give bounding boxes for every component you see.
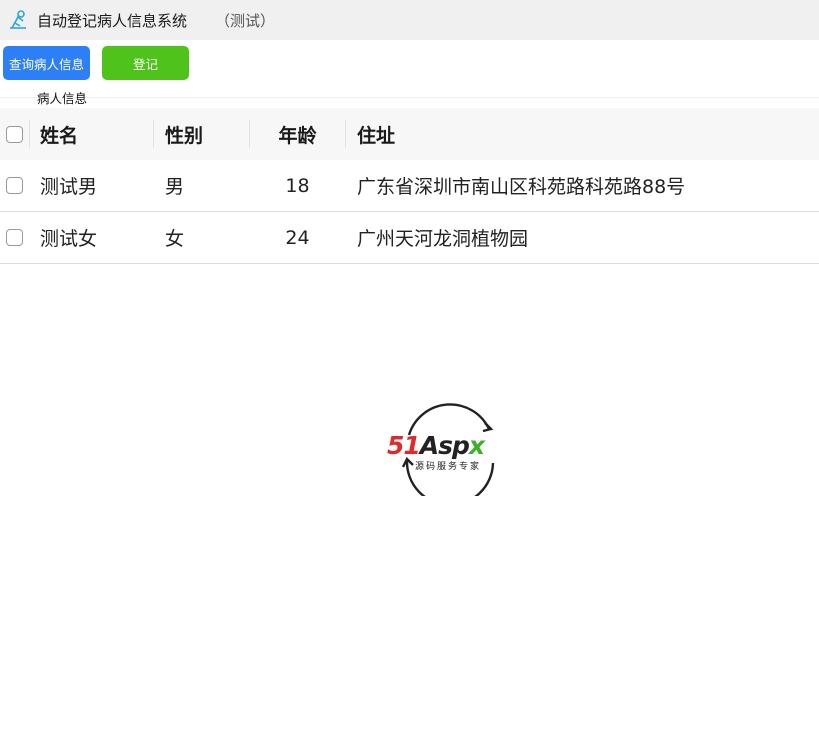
watermark-logo: 51Aspx 源码服务专家 [385, 401, 515, 507]
table-row[interactable]: 测试男 男 18 广东省深圳市南山区科苑路科苑路88号 [0, 160, 819, 212]
cell-address: 广州天河龙洞植物园 [357, 228, 529, 250]
cell-age: 18 [285, 174, 310, 197]
window-subtitle: （测试） [215, 12, 276, 30]
table-header: 姓名 性别 年龄 住址 [0, 108, 819, 160]
cell-age: 24 [285, 226, 310, 249]
logo-x: x [468, 431, 485, 460]
row-checkbox[interactable] [5, 229, 23, 246]
query-patient-button[interactable]: 查询病人信息 [3, 46, 90, 80]
logo-wordmark: 51Aspx [387, 431, 485, 460]
logo-aspx: Asp [419, 431, 470, 460]
row-checkbox[interactable] [5, 177, 23, 194]
logo-51: 51 [387, 431, 421, 460]
logo-tagline: 源码服务专家 [415, 462, 482, 472]
cell-name: 测试男 [40, 176, 98, 198]
column-divider [153, 120, 154, 148]
table-row[interactable]: 测试女 女 24 广州天河龙洞植物园 [0, 212, 819, 264]
column-header-age[interactable]: 年龄 [250, 108, 345, 160]
select-all-checkbox[interactable] [5, 125, 23, 143]
title-bar: 自动登记病人信息系统 （测试） [0, 0, 819, 40]
column-header-name[interactable]: 姓名 [40, 108, 78, 160]
cell-name: 测试女 [40, 228, 98, 250]
column-header-gender[interactable]: 性别 [165, 108, 203, 160]
cell-address: 广东省深圳市南山区科苑路科苑路88号 [357, 176, 686, 198]
column-divider [29, 120, 30, 148]
register-button[interactable]: 登记 [102, 46, 189, 80]
section-label: 病人信息 [37, 91, 88, 106]
app-icon [10, 10, 26, 29]
column-divider [345, 120, 346, 148]
row-select-cell [4, 160, 24, 211]
row-select-cell [4, 212, 24, 263]
select-all-cell [4, 108, 24, 160]
window-title: 自动登记病人信息系统 [37, 12, 188, 30]
cell-gender: 女 [165, 228, 185, 250]
cell-gender: 男 [165, 176, 185, 198]
column-header-address[interactable]: 住址 [357, 108, 395, 160]
toolbar: 查询病人信息 登记 [0, 40, 819, 98]
patient-table: 姓名 性别 年龄 住址 测试男 男 18 广东省深圳市南山区科苑路科苑路88号 … [0, 108, 819, 264]
